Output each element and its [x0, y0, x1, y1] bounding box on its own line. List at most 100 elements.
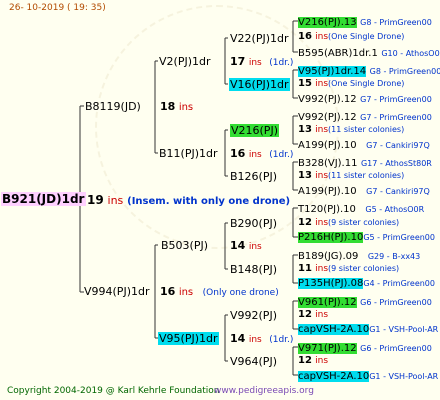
gen3-queen-name[interactable]: V216(PJ) [230, 124, 279, 137]
gen1-insemination: 18 ins [160, 101, 193, 113]
gen1-ins-label: ins [178, 102, 194, 113]
gen4-entry[interactable]: P135H(PJ).08G4 - PrimGreen00 [298, 277, 435, 289]
gen4-entry[interactable]: V992(PJ).12 G7 - PrimGreen00 [298, 93, 432, 105]
gen1-insemination: 16 ins (Only one drone) [160, 286, 279, 298]
gen1-queen-name[interactable]: B8119(JD) [85, 101, 141, 112]
gen3-queen-name[interactable]: V22(PJ)1dr [230, 33, 289, 44]
gen4-entry[interactable]: A199(PJ).10 G7 - Cankiri97Q [298, 139, 430, 151]
gen4-entry[interactable]: capVSH-2A.10G1 - VSH-Pool-AR [298, 370, 438, 382]
gen4-queen-name: B189(JG).09 [298, 251, 359, 262]
gen2-insemination: 14 ins (1dr.) [230, 333, 293, 345]
gen3-ins-label: ins [315, 264, 329, 274]
gen4-breeder: G7 - Cankiri97Q [366, 187, 430, 196]
gen4-entry[interactable]: V961(PJ).12 G6 - PrimGreen00 [298, 296, 432, 308]
gen4-queen-name: V216(PJ).13 [298, 17, 357, 28]
gen1-ins-number: 16 [160, 285, 176, 298]
gen3-queen-name[interactable]: V964(PJ) [230, 356, 277, 367]
gen3-ins-number: 15 [298, 78, 312, 89]
gen4-breeder: G6 - PrimGreen00 [360, 344, 432, 353]
gen3-ins-number: 13 [298, 124, 312, 135]
gen4-queen-name: V992(PJ).12 [298, 94, 357, 105]
gen4-breeder: G29 - B-xx43 [367, 252, 421, 261]
gen4-breeder: G17 - AthosSt80R [360, 159, 432, 168]
gen3-insemination: 12 ins [298, 356, 328, 366]
gen1-ins-note: (Only one drone) [202, 288, 279, 298]
gen3-ins-note: (One Single Drone) [328, 32, 405, 41]
gen2-queen-name[interactable]: B11(PJ)1dr [159, 148, 218, 159]
gen2-ins-note: (1dr.) [269, 150, 294, 160]
gen4-queen-name: B328(VJ).11 [298, 158, 358, 169]
gen4-queen-name: capVSH-2A.10 [298, 371, 370, 382]
gen4-breeder: G1 - VSH-Pool-AR [369, 325, 439, 334]
gen3-insemination: 11 ins(9 sister colonies) [298, 264, 399, 274]
gen4-entry[interactable]: B189(JG).09 G29 - B-xx43 [298, 250, 420, 262]
gen4-queen-name: V961(PJ).12 [298, 297, 357, 308]
gen4-entry[interactable]: V216(PJ).13 G8 - PrimGreen00 [298, 16, 432, 28]
gen3-queen-name[interactable]: B148(PJ) [230, 264, 277, 275]
gen4-entry[interactable]: T120(PJ).10 G5 - AthosO0R [298, 203, 424, 215]
gen4-entry[interactable]: V95(PJ)1dr.14 G8 - PrimGreen00 [298, 65, 440, 77]
gen2-ins-label: ins [248, 242, 262, 252]
gen4-queen-name: capVSH-2A.10 [298, 324, 370, 335]
root-ins-label: ins [107, 194, 124, 207]
gen3-queen-name[interactable]: B290(PJ) [230, 218, 277, 229]
gen2-insemination: 14 ins [230, 240, 262, 252]
gen3-ins-label: ins [315, 310, 329, 320]
gen3-ins-number: 16 [298, 31, 312, 42]
gen3-ins-number: 11 [298, 263, 312, 274]
gen4-entry[interactable]: B595(ABR)1dr.1 G10 - AthosO0R [298, 47, 440, 59]
gen4-queen-name: B595(ABR)1dr.1 [298, 48, 378, 59]
gen4-entry[interactable]: V992(PJ).12 G7 - PrimGreen00 [298, 111, 432, 123]
gen3-ins-note: (11 sister colonies) [328, 171, 405, 180]
gen2-ins-number: 17 [230, 55, 246, 68]
gen3-queen-name[interactable]: V16(PJ)1dr [229, 78, 290, 91]
gen3-ins-number: 13 [298, 170, 312, 181]
gen4-breeder: G7 - Cankiri97Q [366, 141, 430, 150]
gen3-ins-note: (11 sister colonies) [328, 125, 405, 134]
gen4-queen-name: A199(PJ).10 [298, 186, 357, 197]
gen4-breeder: G5 - AthosO0R [365, 205, 425, 214]
gen3-insemination: 15 ins(One Single Drone) [298, 79, 404, 89]
gen3-ins-number: 12 [298, 217, 312, 228]
gen2-ins-note: (1dr.) [269, 58, 294, 68]
gen4-queen-name: T120(PJ).10 [298, 204, 356, 215]
gen3-ins-note: (One Single Drone) [328, 79, 405, 88]
gen3-queen-name[interactable]: V992(PJ) [230, 310, 277, 321]
website-link[interactable]: www.pedigreeapis.org [214, 387, 314, 396]
gen4-breeder: G8 - PrimGreen00 [360, 18, 432, 27]
gen2-ins-label: ins [248, 58, 262, 68]
gen4-queen-name: V992(PJ).12 [298, 112, 357, 123]
gen3-ins-number: 12 [298, 309, 312, 320]
gen2-insemination: 16 ins (1dr.) [230, 148, 293, 160]
gen2-ins-number: 16 [230, 147, 246, 160]
gen4-entry[interactable]: A199(PJ).10 G7 - Cankiri97Q [298, 185, 430, 197]
gen4-queen-name: P135H(PJ).08 [298, 278, 364, 289]
root-insemination: 19 ins (Insem. with only one drone) [87, 194, 290, 207]
gen4-breeder: G7 - PrimGreen00 [360, 95, 432, 104]
gen3-insemination: 12 ins [298, 310, 328, 320]
gen4-queen-name: V95(PJ)1dr.14 [298, 66, 367, 77]
gen4-queen-name: A199(PJ).10 [298, 140, 357, 151]
gen4-entry[interactable]: capVSH-2A.10G1 - VSH-Pool-AR [298, 323, 438, 335]
gen2-queen-name[interactable]: B503(PJ) [161, 240, 208, 251]
gen3-ins-note: (9 sister colonies) [328, 264, 400, 273]
gen4-breeder: G4 - PrimGreen00 [363, 279, 435, 288]
root-queen-name[interactable]: B921(JD)1dr [1, 192, 87, 206]
gen4-breeder: G1 - VSH-Pool-AR [369, 372, 439, 381]
gen3-ins-label: ins [315, 125, 329, 135]
gen2-ins-label: ins [248, 150, 262, 160]
gen1-ins-label: ins [178, 287, 194, 298]
gen4-breeder: G8 - PrimGreen00 [369, 67, 440, 76]
gen2-queen-name[interactable]: V95(PJ)1dr [158, 332, 219, 345]
gen4-breeder: G7 - PrimGreen00 [360, 113, 432, 122]
gen1-queen-name[interactable]: V994(PJ)1dr [84, 286, 149, 297]
gen4-entry[interactable]: B328(VJ).11 G17 - AthosSt80R [298, 157, 432, 169]
gen3-insemination: 13 ins(11 sister colonies) [298, 171, 404, 181]
gen2-queen-name[interactable]: V2(PJ)1dr [159, 56, 211, 67]
gen3-ins-number: 12 [298, 355, 312, 366]
gen3-queen-name[interactable]: B126(PJ) [230, 171, 277, 182]
gen4-entry[interactable]: P216H(PJ).10G5 - PrimGreen00 [298, 231, 435, 243]
gen3-ins-label: ins [315, 79, 329, 89]
gen3-ins-label: ins [315, 356, 329, 366]
gen4-entry[interactable]: V971(PJ).12 G6 - PrimGreen00 [298, 342, 432, 354]
